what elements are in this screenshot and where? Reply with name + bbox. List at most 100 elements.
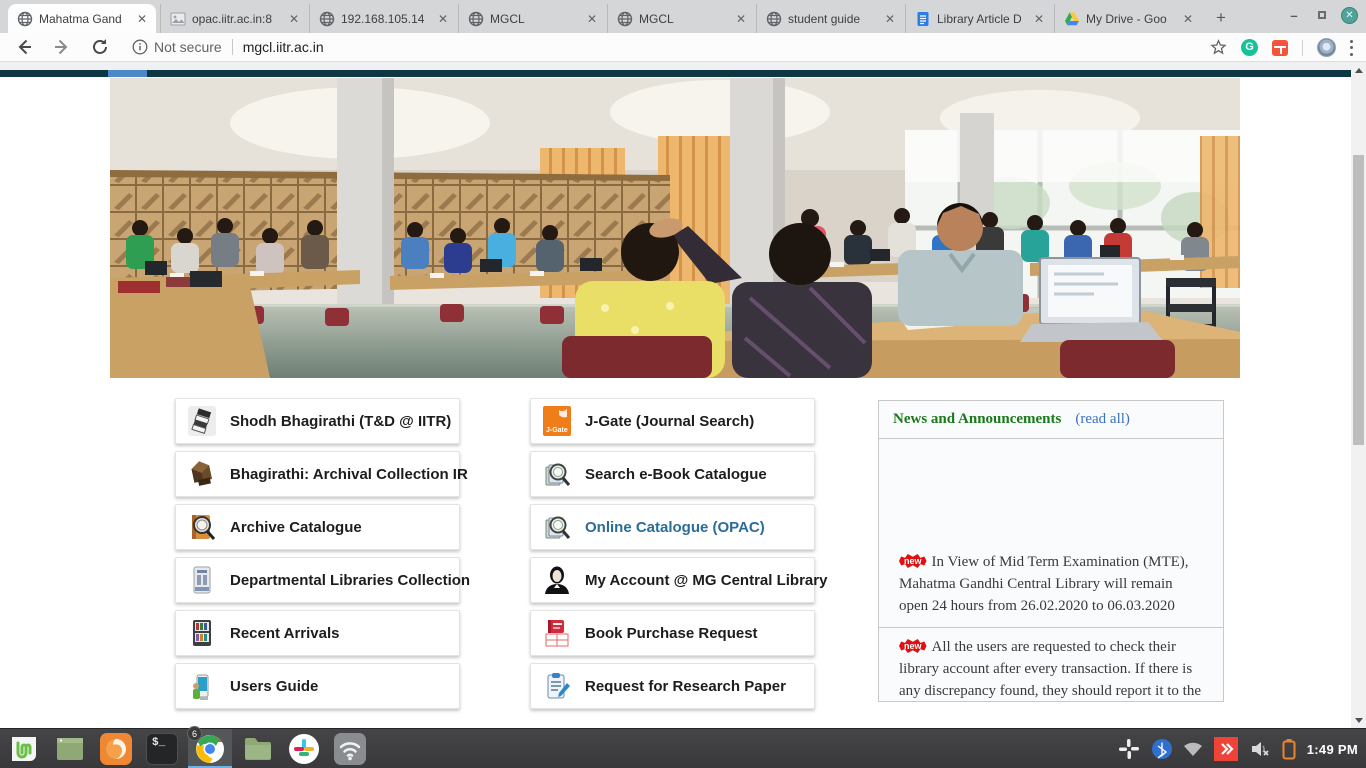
bookshelf-icon [188,618,216,648]
link-label: Search e-Book Catalogue [585,466,767,483]
close-icon[interactable] [286,11,302,27]
link-book-purchase-request[interactable]: Book Purchase Request [530,610,815,656]
show-desktop-icon[interactable] [54,733,86,765]
news-header: News and Announcements (read all) [879,401,1223,439]
link-archive-catalogue[interactable]: Archive Catalogue [175,504,460,550]
new-badge: new [899,639,927,653]
browser-menu-icon[interactable] [1350,40,1354,56]
close-icon[interactable] [1180,11,1196,27]
tab-title: Mahatma Gand [39,12,134,26]
extension-icon[interactable] [1272,40,1288,56]
terminal-icon[interactable]: $_ [146,733,178,765]
news-panel: News and Announcements (read all) newIn … [878,400,1224,702]
nav-active-indicator [108,70,147,77]
tab-title: opac.iitr.ac.in:8 [192,12,286,26]
network-icon[interactable] [1183,739,1203,759]
battery-icon[interactable] [1282,738,1296,760]
close-icon[interactable] [1031,11,1047,27]
tab-mgcl-2[interactable]: MGCL [607,4,755,33]
tab-my-drive[interactable]: My Drive - Goo [1054,4,1202,33]
read-all-link[interactable]: (read all) [1075,411,1130,428]
profile-avatar[interactable] [1317,38,1336,57]
maximize-button[interactable] [1313,6,1331,24]
news-item: newIn View of Mid Term Examination (MTE)… [879,551,1223,617]
bookmark-star-icon[interactable] [1210,39,1227,56]
link-label: Book Purchase Request [585,625,758,642]
taskbar: $_ 6 1 [0,728,1366,768]
clipboard-pen-icon [543,671,571,701]
new-tab-button[interactable]: + [1208,6,1234,30]
tab-mahatma-gandhi[interactable]: Mahatma Gand [8,4,156,33]
tab-title: student guide [788,12,882,26]
tab-title: Library Article D [937,12,1031,26]
link-bhagirathi-archival[interactable]: Bhagirathi: Archival Collection IR [175,451,460,497]
scrollbar-thumb[interactable] [1353,155,1364,445]
bluetooth-icon[interactable] [1152,739,1172,759]
tab-title: MGCL [490,12,584,26]
volume-muted-icon[interactable] [1249,738,1271,760]
globe-icon [468,11,484,27]
reload-icon[interactable] [90,37,110,57]
close-icon[interactable] [134,11,150,27]
tab-title: MGCL [639,12,733,26]
tab-ip-address[interactable]: 192.168.105.14 [309,4,457,33]
book-magnifier-icon [188,512,216,542]
link-recent-arrivals[interactable]: Recent Arrivals [175,610,460,656]
link-request-research-paper[interactable]: Request for Research Paper [530,663,815,709]
scroll-down-icon[interactable] [1351,712,1366,728]
page-scrollbar[interactable] [1351,62,1366,728]
tab-opac[interactable]: opac.iitr.ac.in:8 [160,4,308,33]
close-icon[interactable] [435,11,451,27]
url-text: mgcl.iitr.ac.in [243,39,324,55]
news-marquee: newIn View of Mid Term Examination (MTE)… [879,439,1223,628]
kiosk-guide-icon [188,671,216,701]
image-icon [170,11,186,27]
link-label: J-Gate (Journal Search) [585,413,754,430]
taskbar-clock[interactable]: 1:49 PM [1307,742,1358,757]
close-icon[interactable] [584,11,600,27]
news-item-text: In View of Mid Term Examination (MTE), M… [899,554,1189,614]
link-my-account[interactable]: My Account @ MG Central Library [530,557,815,603]
department-building-icon [188,565,216,595]
window-close-button[interactable] [1341,7,1358,24]
tab-library-article[interactable]: Library Article D [905,4,1053,33]
anydesk-icon[interactable] [1214,737,1238,761]
chrome-notification-badge: 6 [187,726,202,741]
tab-student-guide[interactable]: student guide [756,4,904,33]
link-shodh-bhagirathi[interactable]: Shodh Bhagirathi (T&D @ IITR) [175,398,460,444]
file-manager-icon[interactable] [242,733,274,765]
security-label: Not secure [154,39,222,55]
back-icon[interactable] [14,37,34,57]
link-departmental-libraries[interactable]: Departmental Libraries Collection [175,557,460,603]
tab-title: 192.168.105.14 [341,12,435,26]
books-magnifier-icon [543,459,571,489]
books-magnifier-icon [543,512,571,542]
link-jgate[interactable]: J-Gate J-Gate (Journal Search) [530,398,815,444]
globe-icon [17,11,33,27]
archive-box-icon [188,459,216,489]
link-label: Archive Catalogue [230,519,362,536]
link-users-guide[interactable]: Users Guide [175,663,460,709]
news-item: newAll the users are requested to check … [879,628,1223,701]
desktop-screen: Mahatma Gand opac.iitr.ac.in:8 192.168.1… [0,0,1366,768]
link-online-catalogue-opac[interactable]: Online Catalogue (OPAC) [530,504,815,550]
forward-icon[interactable] [52,37,72,57]
jgate-icon: J-Gate [543,406,571,436]
scroll-up-icon[interactable] [1351,62,1366,78]
tab-title: My Drive - Goo [1086,12,1180,26]
grammarly-extension-icon[interactable]: G [1241,39,1258,56]
divider [1302,40,1303,56]
wifi-app-icon[interactable] [334,733,366,765]
chrome-taskbar-button[interactable]: 6 [188,729,232,768]
slack-tray-icon[interactable] [1117,737,1141,761]
info-icon[interactable] [132,39,148,55]
link-search-ebook-catalogue[interactable]: Search e-Book Catalogue [530,451,815,497]
firefox-icon[interactable] [100,733,132,765]
address-bar[interactable]: Not secure mgcl.iitr.ac.in [132,39,324,55]
mint-menu-icon[interactable] [8,733,40,765]
tab-mgcl-1[interactable]: MGCL [458,4,606,33]
close-icon[interactable] [733,11,749,27]
close-icon[interactable] [882,11,898,27]
slack-icon[interactable] [288,733,320,765]
minimize-button[interactable] [1285,6,1303,24]
